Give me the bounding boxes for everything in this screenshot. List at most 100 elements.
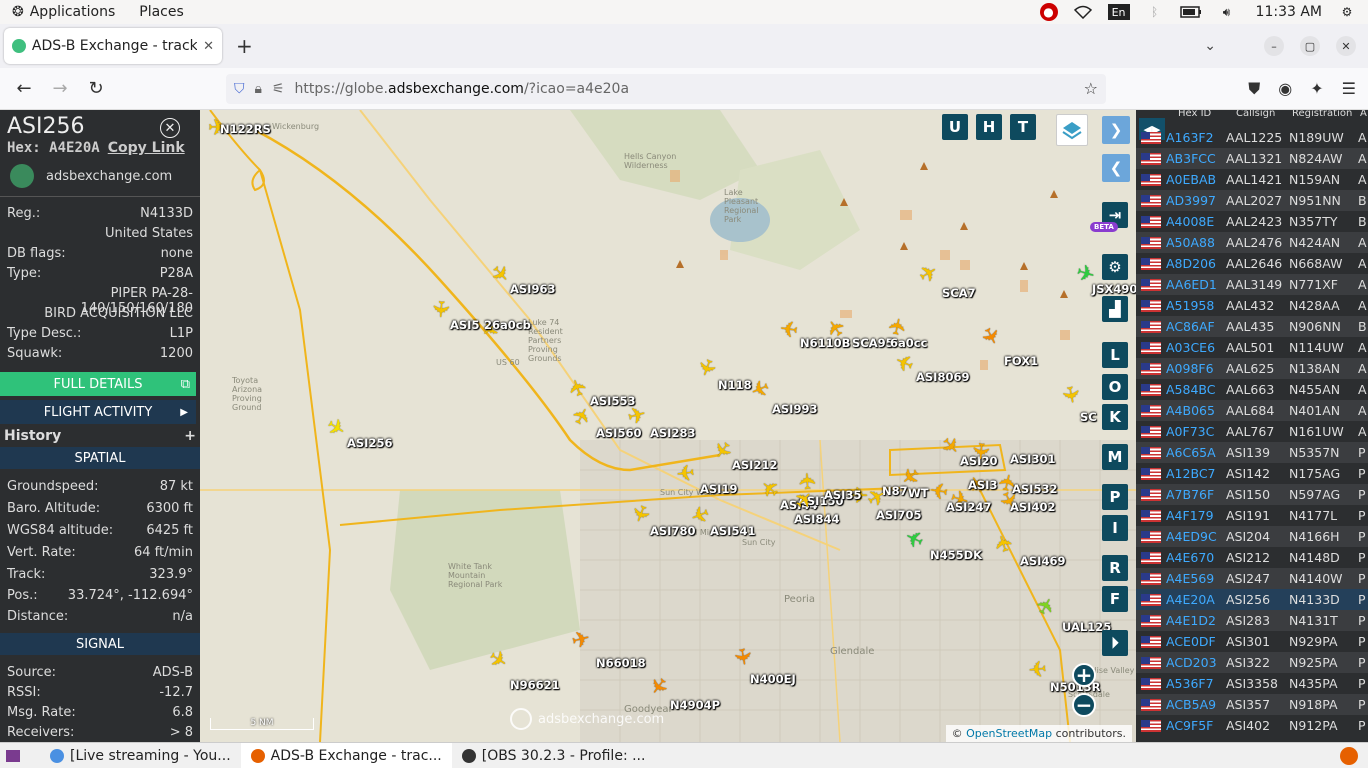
aircraft-marker-icon[interactable]: ✈ — [928, 476, 950, 504]
aircraft-marker-icon[interactable]: ✈ — [427, 299, 453, 319]
aircraft-label[interactable]: ASI247 — [946, 500, 991, 514]
close-info-icon[interactable]: ✕ — [160, 118, 180, 138]
map-button-p[interactable]: P — [1102, 484, 1128, 510]
aircraft-label[interactable]: N66018 — [596, 656, 646, 670]
table-row[interactable]: A8D206 AAL2646 N668AW A — [1136, 253, 1368, 274]
table-row[interactable]: A50A88 AAL2476 N424AN A — [1136, 232, 1368, 253]
list-all-tabs-icon[interactable]: ⌄ — [1204, 38, 1216, 54]
table-row[interactable]: A4B065 AAL684 N401AN A — [1136, 400, 1368, 421]
zoom-in-button[interactable]: + — [1072, 663, 1096, 687]
aircraft-label[interactable]: ASI35 — [824, 488, 861, 502]
aircraft-label[interactable]: ASI402 — [1010, 500, 1055, 514]
table-row[interactable]: AC9F5F ASI402 N912PA P — [1136, 715, 1368, 736]
copy-link[interactable]: Copy Link — [108, 140, 185, 156]
bookmark-star-icon[interactable]: ☆ — [1084, 79, 1098, 98]
aircraft-label[interactable]: ASI301 — [1010, 452, 1055, 466]
aircraft-label[interactable]: N6110B — [800, 336, 850, 350]
taskbar-item-youtube[interactable]: [Live streaming - You... — [40, 743, 241, 768]
aircraft-label[interactable]: ASI469 — [1020, 554, 1065, 568]
aircraft-label[interactable]: FOX1 — [1004, 354, 1038, 368]
table-row[interactable]: ACD203 ASI322 N925PA P — [1136, 652, 1368, 673]
keyboard-language-indicator[interactable]: En — [1107, 4, 1130, 20]
aircraft-label[interactable]: N455DK — [930, 548, 982, 562]
taskbar-item-adsb[interactable]: ADS-B Exchange - trac... — [240, 742, 452, 768]
aircraft-label[interactable]: ASI844 — [794, 512, 839, 526]
col-hexid[interactable]: Hex ID — [1178, 110, 1211, 119]
aircraft-label[interactable]: JSX490 — [1092, 282, 1136, 296]
app-indicator-icon[interactable]: ● — [1039, 3, 1058, 21]
aircraft-label[interactable]: ASI212 — [732, 458, 777, 472]
table-row[interactable]: A51958 AAL432 N428AA A — [1136, 295, 1368, 316]
bluetooth-icon[interactable]: ᛒ — [1144, 4, 1166, 20]
table-row[interactable]: A0F73C AAL767 N161UW A — [1136, 421, 1368, 442]
table-row[interactable]: A7B76F ASI150 N597AG P — [1136, 484, 1368, 505]
table-row[interactable]: AC86AF AAL435 N906NN B — [1136, 316, 1368, 337]
applications-menu[interactable]: ❂ Applications — [0, 4, 127, 20]
forward-button[interactable]: → — [42, 78, 78, 99]
chevron-left-icon[interactable]: ❮ — [1102, 154, 1130, 182]
site-link[interactable]: adsbexchange.com — [10, 164, 172, 188]
aircraft-label[interactable]: ASI532 — [1012, 482, 1057, 496]
aircraft-label[interactable]: SCA95 — [852, 336, 894, 350]
maximize-icon[interactable]: ▢ — [1300, 36, 1320, 56]
aircraft-label[interactable]: N400EJ — [750, 672, 796, 686]
aircraft-marker-icon[interactable]: ✈ — [675, 458, 696, 485]
expand-plus-icon[interactable]: + — [184, 428, 196, 444]
aircraft-label[interactable]: ASI256 — [347, 436, 392, 450]
table-row[interactable]: ACE0DF ASI301 N929PA P — [1136, 631, 1368, 652]
table-row[interactable]: A4008E AAL2423 N357TY B — [1136, 211, 1368, 232]
url-bar[interactable]: ⛉ 🔒︎ ⚟ https://globe.adsbexchange.com/?i… — [226, 73, 1106, 104]
aircraft-label[interactable]: SCA7 — [942, 286, 976, 300]
table-row[interactable]: A4E670 ASI212 N4148D P — [1136, 547, 1368, 568]
table-row[interactable]: A12BC7 ASI142 N175AG P — [1136, 463, 1368, 484]
aircraft-marker-icon[interactable]: ✈ — [1027, 654, 1048, 681]
table-row[interactable]: A03CE6 AAL501 N114UW A — [1136, 337, 1368, 358]
permissions-icon[interactable]: ⚟ — [272, 81, 285, 97]
table-row[interactable]: A6C65A ASI139 N5357N P — [1136, 442, 1368, 463]
flight-activity-button[interactable]: FLIGHT ACTIVITY ▶ — [0, 400, 196, 424]
table-row[interactable]: A536F7 ASI3358 N435PA P — [1136, 673, 1368, 694]
full-details-button[interactable]: FULL DETAILS ⧉ — [0, 372, 196, 396]
map-button-h[interactable]: H — [976, 114, 1002, 140]
taskbar-item-obs[interactable]: [OBS 30.2.3 - Profile: ... — [452, 743, 656, 768]
map-button-i[interactable]: I — [1102, 515, 1128, 541]
aircraft-label[interactable]: ASI8069 — [916, 370, 969, 384]
account-icon[interactable]: ◉ — [1278, 79, 1292, 99]
table-row[interactable]: ACB5A9 ASI357 N918PA P — [1136, 694, 1368, 715]
back-button[interactable]: ← — [6, 78, 42, 99]
minimize-icon[interactable]: – — [1264, 36, 1284, 56]
table-row[interactable]: AA6ED1 AAL3149 N771XF A — [1136, 274, 1368, 295]
aircraft-label[interactable]: WT — [908, 486, 929, 500]
pocket-icon[interactable]: ⛊ — [1248, 79, 1260, 99]
col-callsign[interactable]: Callsign — [1236, 110, 1275, 119]
table-row[interactable]: A4E569 ASI247 N4140W P — [1136, 568, 1368, 589]
close-window-icon[interactable]: ✕ — [1336, 36, 1356, 56]
map-button-l[interactable]: L — [1102, 342, 1128, 368]
table-row[interactable]: A4ED9C ASI204 N4166H P — [1136, 526, 1368, 547]
close-tab-icon[interactable]: ✕ — [203, 39, 214, 54]
table-row[interactable]: AD3997 AAL2027 N951NN B — [1136, 190, 1368, 211]
map-button-f[interactable]: F — [1102, 586, 1128, 612]
aircraft-label[interactable]: N96621 — [510, 678, 560, 692]
map-button-t[interactable]: T — [1010, 114, 1036, 140]
table-row[interactable]: A098F6 AAL625 N138AN A — [1136, 358, 1368, 379]
history-section[interactable]: History + — [4, 428, 196, 444]
table-row[interactable]: A4E1D2 ASI283 N4131T P — [1136, 610, 1368, 631]
aircraft-marker-icon[interactable]: ✈ — [728, 646, 756, 668]
map-button-o[interactable]: O — [1102, 374, 1128, 400]
tab-adsb-exchange[interactable]: ADS-B Exchange - track a ✕ — [4, 28, 222, 64]
table-row[interactable]: A0EBAB AAL1421 N159AN A — [1136, 169, 1368, 190]
aircraft-label[interactable]: ASI3 — [968, 478, 997, 492]
flight-map[interactable]: Wickenburg Hells Canyon Wilderness Lake … — [200, 110, 1136, 742]
aircraft-label[interactable]: 6a0cc — [890, 336, 927, 350]
aircraft-label[interactable]: ASI283 — [650, 426, 695, 440]
aircraft-marker-icon[interactable]: ✈ — [778, 314, 800, 341]
layers-icon[interactable] — [1056, 114, 1088, 146]
show-desktop-icon[interactable] — [6, 749, 20, 762]
battery-icon[interactable] — [1179, 4, 1202, 20]
aircraft-label[interactable]: SC — [1080, 410, 1097, 424]
map-button-u[interactable]: U — [942, 114, 968, 140]
extensions-icon[interactable]: ✦ — [1310, 79, 1323, 99]
power-settings-icon[interactable]: ⚙︎ — [1336, 4, 1358, 20]
aircraft-label[interactable]: N122RS — [220, 122, 271, 136]
